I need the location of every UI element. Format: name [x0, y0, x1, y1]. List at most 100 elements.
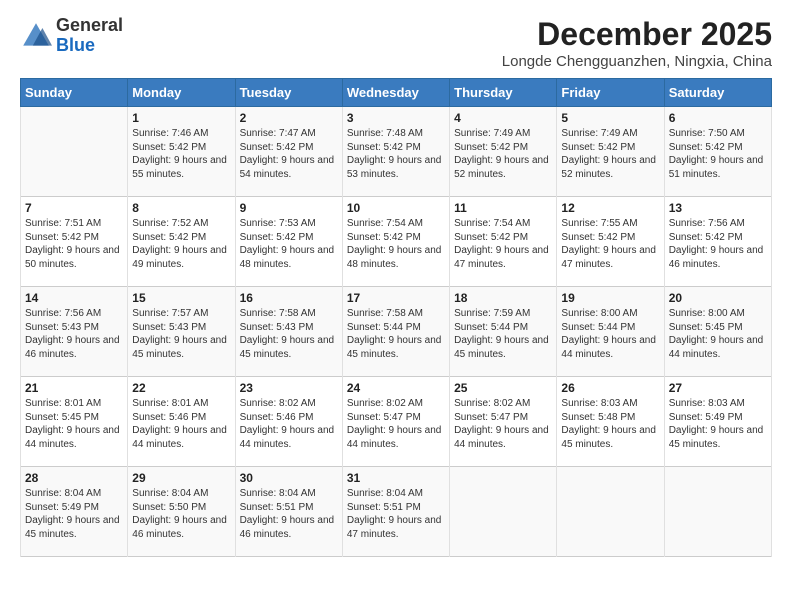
cell-content: Sunrise: 7:47 AMSunset: 5:42 PMDaylight:… [240, 127, 338, 181]
cell-content: Sunrise: 7:54 AMSunset: 5:42 PMDaylight:… [454, 217, 552, 271]
calendar-week-2: 7 Sunrise: 7:51 AMSunset: 5:42 PMDaylight… [21, 197, 772, 287]
cell-content: Sunrise: 8:04 AMSunset: 5:51 PMDaylight:… [347, 487, 445, 541]
calendar-cell: 27 Sunrise: 8:03 AMSunset: 5:49 PMDayligh… [664, 377, 771, 467]
calendar-cell: 9 Sunrise: 7:53 AMSunset: 5:42 PMDaylight… [235, 197, 342, 287]
day-number: 20 [669, 291, 767, 305]
header-monday: Monday [128, 79, 235, 107]
calendar-cell: 23Sunrise: 8:02 AMSunset: 5:46 PMDayligh… [235, 377, 342, 467]
cell-content: Sunrise: 7:54 AMSunset: 5:42 PMDaylight:… [347, 217, 445, 271]
cell-content: Sunrise: 8:04 AMSunset: 5:49 PMDaylight:… [25, 487, 123, 541]
calendar-cell: 14Sunrise: 7:56 AMSunset: 5:43 PMDayligh… [21, 287, 128, 377]
calendar-cell: 1Sunrise: 7:46 AMSunset: 5:42 PMDaylight… [128, 107, 235, 197]
cell-content: Sunrise: 7:57 AMSunset: 5:43 PMDaylight:… [132, 307, 230, 361]
calendar-week-5: 28 Sunrise: 8:04 AMSunset: 5:49 PMDayligh… [21, 467, 772, 557]
calendar-cell: 5Sunrise: 7:49 AMSunset: 5:42 PMDaylight… [557, 107, 664, 197]
calendar-week-4: 21 Sunrise: 8:01 AMSunset: 5:45 PMDayligh… [21, 377, 772, 467]
calendar-cell: 20 Sunrise: 8:00 AMSunset: 5:45 PMDayligh… [664, 287, 771, 377]
calendar-cell [450, 467, 557, 557]
day-number: 31 [347, 471, 445, 485]
day-number: 2 [240, 111, 338, 125]
logo-icon [20, 20, 52, 52]
cell-content: Sunrise: 8:03 AMSunset: 5:49 PMDaylight:… [669, 397, 767, 451]
day-number: 6 [669, 111, 767, 125]
cell-content: Sunrise: 7:50 AMSunset: 5:42 PMDaylight:… [669, 127, 767, 181]
calendar-cell: 2 Sunrise: 7:47 AMSunset: 5:42 PMDaylight… [235, 107, 342, 197]
header-saturday: Saturday [664, 79, 771, 107]
day-number: 12 [561, 201, 659, 215]
cell-content: Sunrise: 7:53 AMSunset: 5:42 PMDaylight:… [240, 217, 338, 271]
logo-general-text: General [56, 15, 123, 35]
cell-content: Sunrise: 8:01 AMSunset: 5:46 PMDaylight:… [132, 397, 230, 451]
cell-content: Sunrise: 7:59 AMSunset: 5:44 PMDaylight:… [454, 307, 552, 361]
cell-content: Sunrise: 8:04 AMSunset: 5:51 PMDaylight:… [240, 487, 338, 541]
title-block: December 2025 Longde Chengguanzhen, Ning… [502, 16, 772, 70]
cell-content: Sunrise: 8:02 AMSunset: 5:46 PMDaylight:… [240, 397, 338, 451]
day-number: 19 [561, 291, 659, 305]
cell-content: Sunrise: 8:00 AMSunset: 5:45 PMDaylight:… [669, 307, 767, 361]
calendar-cell [664, 467, 771, 557]
day-number: 14 [25, 291, 123, 305]
calendar-cell: 19 Sunrise: 8:00 AMSunset: 5:44 PMDayligh… [557, 287, 664, 377]
calendar-cell: 4 Sunrise: 7:49 AMSunset: 5:42 PMDaylight… [450, 107, 557, 197]
day-number: 28 [25, 471, 123, 485]
calendar-cell: 7 Sunrise: 7:51 AMSunset: 5:42 PMDaylight… [21, 197, 128, 287]
cell-content: Sunrise: 7:58 AMSunset: 5:43 PMDaylight:… [240, 307, 338, 361]
day-number: 8 [132, 201, 230, 215]
day-number: 10 [347, 201, 445, 215]
day-number: 5 [561, 111, 659, 125]
day-number: 18 [454, 291, 552, 305]
calendar-cell: 26Sunrise: 8:03 AMSunset: 5:48 PMDayligh… [557, 377, 664, 467]
day-number: 30 [240, 471, 338, 485]
calendar-cell: 10 Sunrise: 7:54 AMSunset: 5:42 PMDayligh… [342, 197, 449, 287]
day-number: 13 [669, 201, 767, 215]
logo-blue-text: Blue [56, 35, 95, 55]
calendar-cell: 22 Sunrise: 8:01 AMSunset: 5:46 PMDayligh… [128, 377, 235, 467]
day-number: 27 [669, 381, 767, 395]
calendar-cell: 18 Sunrise: 7:59 AMSunset: 5:44 PMDayligh… [450, 287, 557, 377]
cell-content: Sunrise: 7:58 AMSunset: 5:44 PMDaylight:… [347, 307, 445, 361]
day-number: 16 [240, 291, 338, 305]
calendar-cell: 8Sunrise: 7:52 AMSunset: 5:42 PMDaylight… [128, 197, 235, 287]
location-subtitle: Longde Chengguanzhen, Ningxia, China [502, 53, 772, 70]
calendar-week-1: 1Sunrise: 7:46 AMSunset: 5:42 PMDaylight… [21, 107, 772, 197]
cell-content: Sunrise: 8:00 AMSunset: 5:44 PMDaylight:… [561, 307, 659, 361]
calendar-week-3: 14Sunrise: 7:56 AMSunset: 5:43 PMDayligh… [21, 287, 772, 377]
day-number: 17 [347, 291, 445, 305]
day-number: 7 [25, 201, 123, 215]
day-number: 26 [561, 381, 659, 395]
cell-content: Sunrise: 7:56 AMSunset: 5:42 PMDaylight:… [669, 217, 767, 271]
calendar-table: SundayMondayTuesdayWednesdayThursdayFrid… [20, 78, 772, 557]
cell-content: Sunrise: 8:01 AMSunset: 5:45 PMDaylight:… [25, 397, 123, 451]
header-sunday: Sunday [21, 79, 128, 107]
month-year-title: December 2025 [502, 16, 772, 53]
calendar-cell: 21 Sunrise: 8:01 AMSunset: 5:45 PMDayligh… [21, 377, 128, 467]
calendar-header-row: SundayMondayTuesdayWednesdayThursdayFrid… [21, 79, 772, 107]
cell-content: Sunrise: 7:51 AMSunset: 5:42 PMDaylight:… [25, 217, 123, 271]
calendar-cell: 11 Sunrise: 7:54 AMSunset: 5:42 PMDayligh… [450, 197, 557, 287]
calendar-cell: 29Sunrise: 8:04 AMSunset: 5:50 PMDayligh… [128, 467, 235, 557]
day-number: 24 [347, 381, 445, 395]
day-number: 15 [132, 291, 230, 305]
calendar-cell: 13 Sunrise: 7:56 AMSunset: 5:42 PMDayligh… [664, 197, 771, 287]
calendar-cell: 24 Sunrise: 8:02 AMSunset: 5:47 PMDayligh… [342, 377, 449, 467]
day-number: 11 [454, 201, 552, 215]
header-thursday: Thursday [450, 79, 557, 107]
cell-content: Sunrise: 7:48 AMSunset: 5:42 PMDaylight:… [347, 127, 445, 181]
day-number: 9 [240, 201, 338, 215]
calendar-cell: 17 Sunrise: 7:58 AMSunset: 5:44 PMDayligh… [342, 287, 449, 377]
calendar-cell: 31 Sunrise: 8:04 AMSunset: 5:51 PMDayligh… [342, 467, 449, 557]
cell-content: Sunrise: 8:02 AMSunset: 5:47 PMDaylight:… [454, 397, 552, 451]
calendar-cell: 3 Sunrise: 7:48 AMSunset: 5:42 PMDaylight… [342, 107, 449, 197]
logo: General Blue [20, 16, 123, 56]
cell-content: Sunrise: 7:49 AMSunset: 5:42 PMDaylight:… [454, 127, 552, 181]
calendar-cell [557, 467, 664, 557]
cell-content: Sunrise: 8:02 AMSunset: 5:47 PMDaylight:… [347, 397, 445, 451]
calendar-cell [21, 107, 128, 197]
day-number: 4 [454, 111, 552, 125]
header-wednesday: Wednesday [342, 79, 449, 107]
day-number: 1 [132, 111, 230, 125]
day-number: 21 [25, 381, 123, 395]
day-number: 22 [132, 381, 230, 395]
page-header: General Blue December 2025 Longde Chengg… [20, 16, 772, 70]
day-number: 3 [347, 111, 445, 125]
